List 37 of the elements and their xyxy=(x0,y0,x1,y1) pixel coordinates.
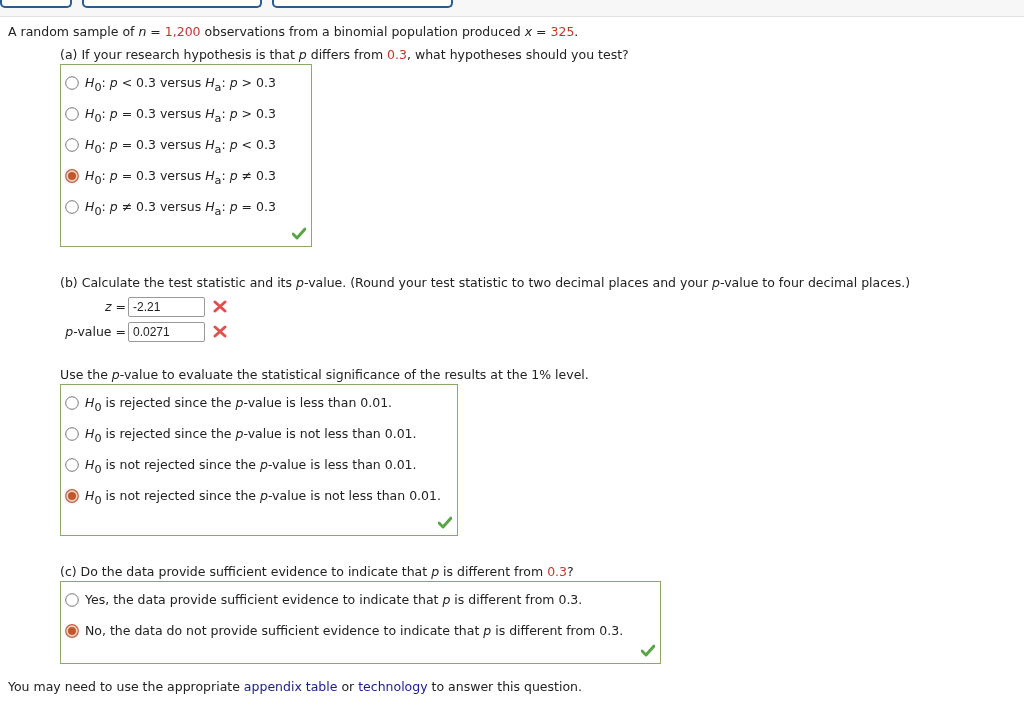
radio-option[interactable]: H$_{0}$: p < 0.3 versus H$_{a}$: p > 0.3 xyxy=(61,67,311,98)
radio-option[interactable]: H$_{0}$ is rejected since the p-value is less than 0.01. xyxy=(61,387,457,418)
radio-icon[interactable] xyxy=(65,106,79,121)
radio-icon[interactable] xyxy=(65,488,79,503)
field-label: z = xyxy=(104,299,127,314)
radio-option[interactable]: H$_{0}$ is rejected since the p-value is not less than 0.01. xyxy=(61,418,457,449)
answer-field[interactable]: 0.0271 xyxy=(128,321,205,342)
radio-option[interactable]: H$_{0}$: p = 0.3 versus H$_{a}$: p > 0.3 xyxy=(61,98,311,129)
radio-icon[interactable] xyxy=(65,199,79,214)
help-text: You may need to use the appropriate appendix table or technology to answer this question. xyxy=(8,679,583,694)
radio-icon[interactable] xyxy=(65,592,79,607)
question-text: Use the p-value to evaluate the statistical significance of the results at the 1% level. xyxy=(60,367,590,382)
radio-option[interactable]: No, the data do not provide sufficient evidence to indicate that p is different from 0.3. xyxy=(61,615,660,646)
radio-option[interactable]: H$_{0}$: p = 0.3 versus H$_{a}$: p ≠ 0.3 xyxy=(61,160,311,191)
cut-off-button[interactable] xyxy=(0,0,72,8)
radio-icon[interactable] xyxy=(65,457,79,472)
link[interactable]: technology xyxy=(358,679,428,694)
radio-icon[interactable] xyxy=(65,395,79,410)
radio-option[interactable]: H$_{0}$ is not rejected since the p-value is not less than 0.01. xyxy=(61,480,457,511)
problem-statement: A random sample of n = 1,200 observations from a binomial population produced x = 325. xyxy=(8,24,580,39)
radio-option[interactable]: H$_{0}$: p ≠ 0.3 versus H$_{a}$: p = 0.3 xyxy=(61,191,311,222)
question-text: (b) Calculate the test statistic and its p-value. (Round your test statistic to two decimal places and your p-value to four decimal places.) xyxy=(60,275,912,290)
link[interactable]: appendix table xyxy=(243,679,338,694)
answer-field[interactable]: -2.21 xyxy=(128,296,205,317)
cut-off-button[interactable] xyxy=(272,0,453,8)
field-label: p-value = xyxy=(64,324,127,339)
radio-icon[interactable] xyxy=(65,623,79,638)
question-text: (c) Do the data provide sufficient evidence to indicate that p is different from 0.3? xyxy=(60,564,575,579)
question-text: (a) If your research hypothesis is that p differs from 0.3, what hypotheses should you test? xyxy=(60,47,630,62)
cut-off-button[interactable] xyxy=(82,0,262,8)
radio-icon[interactable] xyxy=(65,137,79,152)
radio-icon[interactable] xyxy=(65,426,79,441)
radio-option[interactable]: H$_{0}$: p = 0.3 versus H$_{a}$: p < 0.3 xyxy=(61,129,311,160)
radio-icon[interactable] xyxy=(65,168,79,183)
radio-option[interactable]: H$_{0}$ is not rejected since the p-value is less than 0.01. xyxy=(61,449,457,480)
radio-icon[interactable] xyxy=(65,75,79,90)
radio-option[interactable]: Yes, the data provide sufficient evidence to indicate that p is different from 0.3. xyxy=(61,584,660,615)
